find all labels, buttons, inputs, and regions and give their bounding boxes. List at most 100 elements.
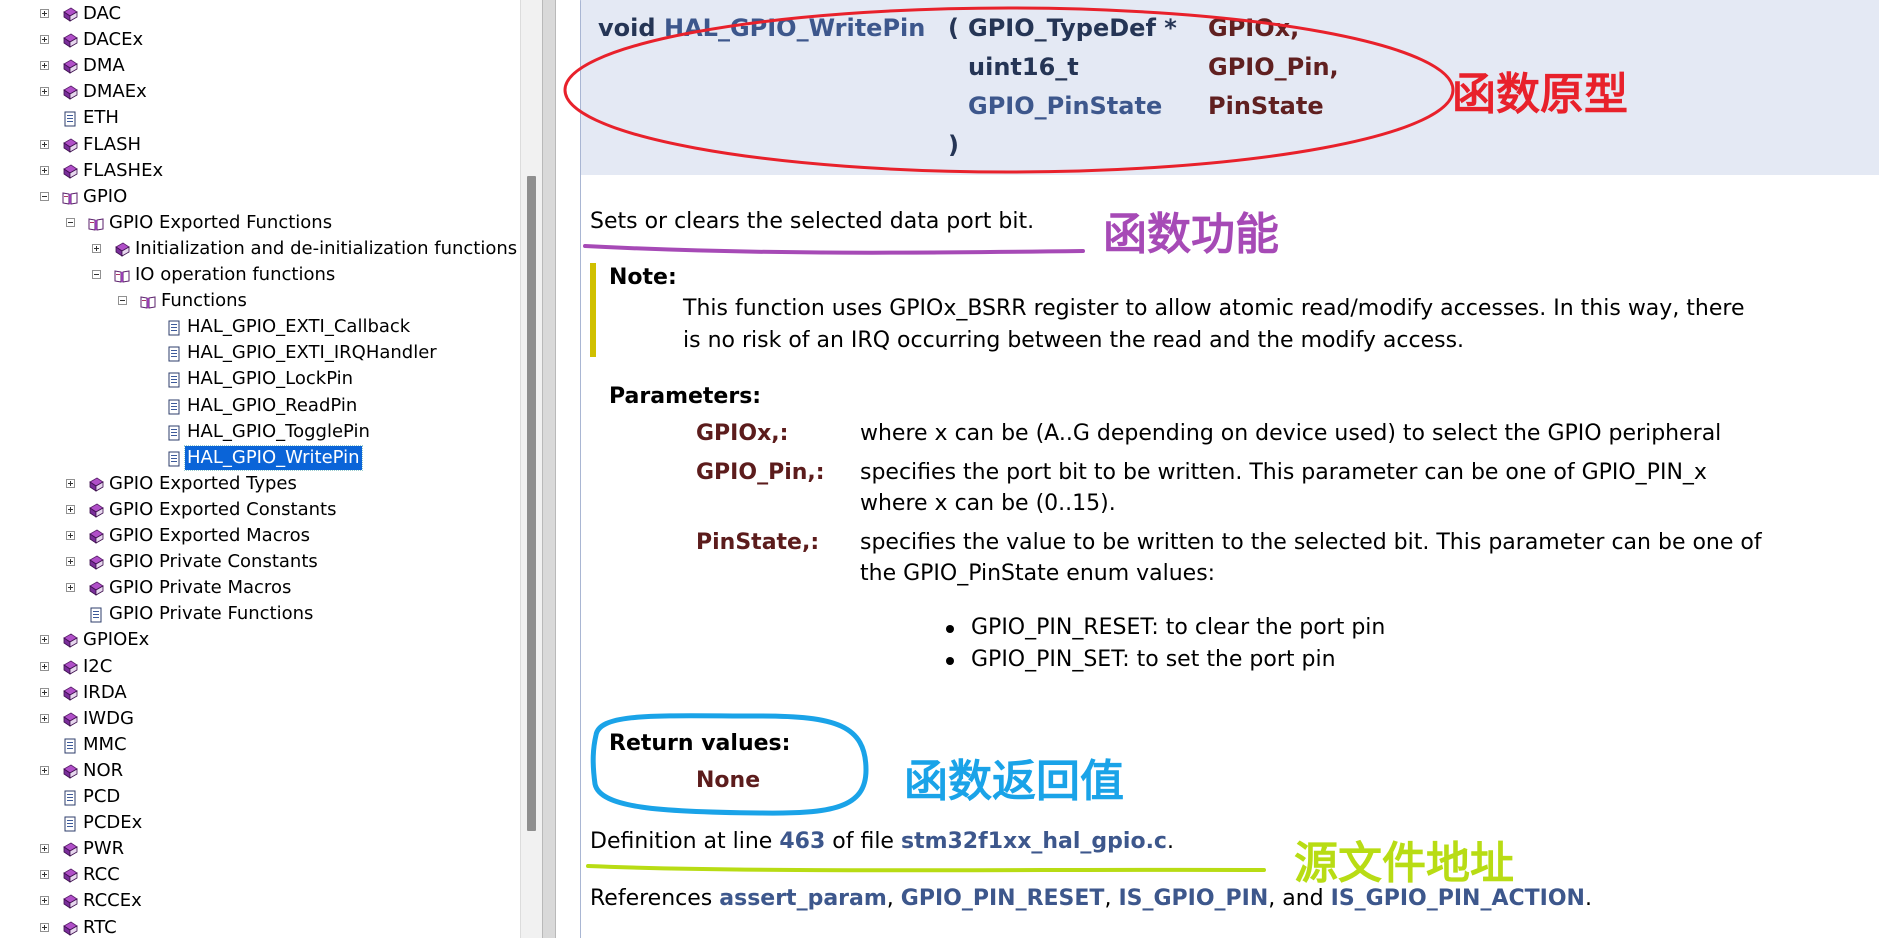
tree-item[interactable]: ETH: [0, 106, 520, 130]
expand-icon[interactable]: [40, 61, 49, 71]
ref-link-assert-param[interactable]: assert_param: [719, 886, 887, 911]
tree-item-label[interactable]: DMAEx: [81, 80, 149, 104]
tree-item[interactable]: MMC: [0, 733, 520, 757]
tree-item[interactable]: HAL_GPIO_ReadPin: [0, 394, 520, 418]
tree-item[interactable]: Functions: [0, 289, 520, 313]
expand-icon[interactable]: [40, 713, 49, 723]
tree-item-label[interactable]: HAL_GPIO_LockPin: [185, 367, 355, 391]
tree-item[interactable]: PWR: [0, 837, 520, 861]
tree-item-label[interactable]: GPIO: [81, 185, 129, 209]
tree-item[interactable]: Initialization and de-initialization fun…: [0, 237, 520, 261]
expand-icon[interactable]: [40, 139, 49, 149]
function-name-link[interactable]: HAL_GPIO_WritePin: [664, 14, 925, 42]
tree-item[interactable]: GPIO Exported Types: [0, 472, 520, 496]
tree-item[interactable]: GPIOEx: [0, 628, 520, 652]
tree-item[interactable]: GPIO Exported Macros: [0, 524, 520, 548]
expand-icon[interactable]: [40, 661, 49, 671]
param-type-3-link[interactable]: GPIO_PinState: [968, 92, 1162, 120]
tree-item[interactable]: HAL_GPIO_LockPin: [0, 367, 520, 391]
tree-item-label[interactable]: FLASHEx: [81, 159, 165, 183]
tree-item-label[interactable]: GPIOEx: [81, 628, 151, 652]
tree-item-label[interactable]: ETH: [81, 106, 121, 130]
tree-item[interactable]: GPIO Exported Functions: [0, 211, 520, 235]
tree-item-label[interactable]: HAL_GPIO_TogglePin: [185, 420, 372, 444]
tree-item-label[interactable]: GPIO Private Constants: [107, 550, 320, 574]
tree-item-label[interactable]: HAL_GPIO_EXTI_IRQHandler: [185, 341, 439, 365]
ref-link-is-gpio-pin[interactable]: IS_GPIO_PIN: [1118, 886, 1268, 911]
tree-scrollbar-thumb[interactable]: [527, 176, 536, 831]
tree-item[interactable]: DACEx: [0, 28, 520, 52]
tree-item-label[interactable]: PWR: [81, 837, 126, 861]
expand-icon[interactable]: [40, 687, 49, 697]
tree-item[interactable]: GPIO Exported Constants: [0, 498, 520, 522]
tree-item[interactable]: PCDEx: [0, 811, 520, 835]
tree-item[interactable]: DMAEx: [0, 80, 520, 104]
tree-item-label[interactable]: IO operation functions: [133, 263, 337, 287]
tree-item-label[interactable]: GPIO Exported Macros: [107, 524, 312, 548]
expand-icon[interactable]: [66, 583, 75, 593]
tree-item[interactable]: IWDG: [0, 707, 520, 731]
tree-item[interactable]: IRDA: [0, 681, 520, 705]
tree-item-label[interactable]: PCDEx: [81, 811, 144, 835]
expand-icon[interactable]: [40, 635, 49, 645]
tree-item[interactable]: DMA: [0, 54, 520, 78]
tree-item[interactable]: I2C: [0, 655, 520, 679]
tree-item-label[interactable]: HAL_GPIO_WritePin: [184, 444, 363, 471]
tree-item[interactable]: HAL_GPIO_WritePin: [0, 444, 520, 471]
tree-item[interactable]: GPIO: [0, 185, 520, 209]
tree-item[interactable]: HAL_GPIO_EXTI_Callback: [0, 315, 520, 339]
tree-item[interactable]: RTC: [0, 916, 520, 938]
expand-icon[interactable]: [92, 243, 101, 253]
expand-icon[interactable]: [66, 478, 75, 488]
tree-item[interactable]: FLASHEx: [0, 159, 520, 183]
tree-item-label[interactable]: PCD: [81, 785, 122, 809]
tree-item-label[interactable]: MMC: [81, 733, 129, 757]
definition-file-link[interactable]: stm32f1xx_hal_gpio.c: [901, 829, 1167, 854]
ref-link-gpio-pin-reset[interactable]: GPIO_PIN_RESET: [901, 886, 1105, 911]
expand-icon[interactable]: [40, 765, 49, 775]
tree-item-label[interactable]: DAC: [81, 2, 123, 26]
expand-icon[interactable]: [40, 9, 49, 18]
expand-icon[interactable]: [40, 896, 49, 906]
expand-icon[interactable]: [40, 844, 49, 854]
tree-item-label[interactable]: RCC: [81, 863, 122, 887]
collapse-icon[interactable]: [92, 270, 101, 279]
tree-item-label[interactable]: GPIO Exported Functions: [107, 211, 334, 235]
tree-item-label[interactable]: NOR: [81, 759, 125, 783]
collapse-icon[interactable]: [66, 217, 75, 227]
tree-item-label[interactable]: RCCEx: [81, 889, 144, 913]
tree-item-label[interactable]: HAL_GPIO_EXTI_Callback: [185, 315, 412, 339]
definition-line-link[interactable]: 463: [779, 829, 825, 854]
tree-item[interactable]: GPIO Private Constants: [0, 550, 520, 574]
expand-icon[interactable]: [66, 557, 75, 567]
tree-item-label[interactable]: HAL_GPIO_ReadPin: [185, 394, 359, 418]
expand-icon[interactable]: [66, 531, 75, 540]
tree-item[interactable]: RCCEx: [0, 889, 520, 913]
tree-item[interactable]: HAL_GPIO_TogglePin: [0, 420, 520, 444]
tree-item-label[interactable]: GPIO Exported Types: [107, 472, 299, 496]
tree-item-label[interactable]: RTC: [81, 916, 119, 938]
tree-item-label[interactable]: FLASH: [81, 133, 143, 157]
tree-item[interactable]: GPIO Private Functions: [0, 602, 520, 626]
tree-item-label[interactable]: DACEx: [81, 28, 145, 52]
tree-item[interactable]: PCD: [0, 785, 520, 809]
expand-icon[interactable]: [40, 35, 49, 45]
collapse-icon[interactable]: [118, 296, 127, 306]
tree-item-label[interactable]: Functions: [159, 289, 249, 313]
tree-item-label[interactable]: GPIO Private Functions: [107, 602, 315, 626]
tree-item[interactable]: FLASH: [0, 133, 520, 157]
tree-item-label[interactable]: DMA: [81, 54, 127, 78]
tree-item-label[interactable]: IRDA: [81, 681, 129, 705]
tree-item[interactable]: HAL_GPIO_EXTI_IRQHandler: [0, 341, 520, 365]
expand-icon[interactable]: [40, 922, 49, 932]
tree-item[interactable]: NOR: [0, 759, 520, 783]
expand-icon[interactable]: [40, 870, 49, 880]
expand-icon[interactable]: [66, 504, 75, 514]
tree-item[interactable]: DAC: [0, 2, 520, 26]
expand-icon[interactable]: [40, 87, 49, 97]
tree-item-label[interactable]: IWDG: [81, 707, 136, 731]
collapse-icon[interactable]: [40, 191, 49, 201]
tree-item-label[interactable]: Initialization and de-initialization fun…: [133, 237, 519, 261]
pane-splitter[interactable]: [542, 0, 556, 938]
expand-icon[interactable]: [40, 165, 49, 175]
